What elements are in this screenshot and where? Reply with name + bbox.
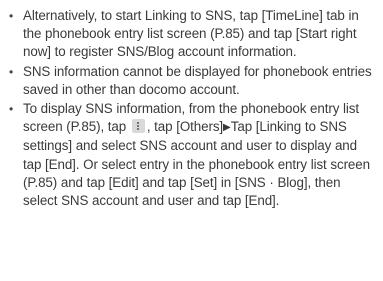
note-text: SNS information cannot be displayed for … [23, 63, 372, 97]
bullet: • [9, 102, 14, 117]
note-item-display-sns: • To display SNS information, from the p… [6, 100, 375, 210]
note-item-linking-sns: • Alternatively, to start Linking to SNS… [6, 7, 375, 62]
right-arrow-icon: ▶ [223, 122, 231, 134]
menu-key-icon [131, 119, 145, 134]
manual-page: • Alternatively, to start Linking to SNS… [0, 0, 383, 281]
bullet: • [9, 9, 14, 23]
note-item-docomo-account: • SNS information cannot be displayed fo… [6, 63, 375, 99]
notes-list: • Alternatively, to start Linking to SNS… [6, 7, 375, 210]
note-text: Alternatively, to start Linking to SNS, … [23, 8, 359, 60]
bullet: • [9, 64, 14, 79]
note-text-part2: , tap [Others] [146, 119, 224, 135]
